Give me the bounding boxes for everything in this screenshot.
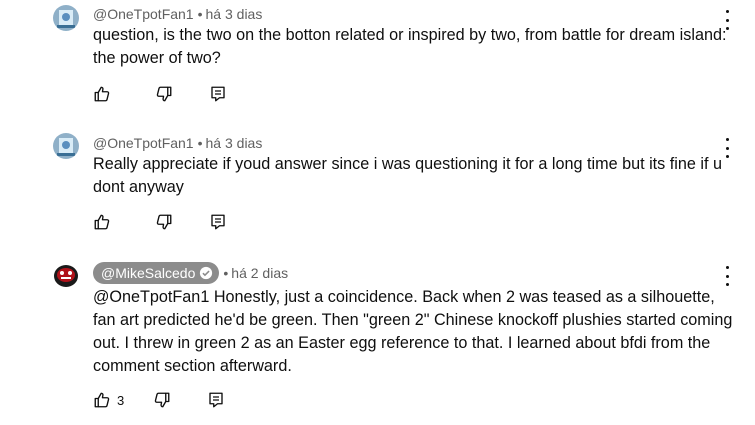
avatar[interactable] xyxy=(53,262,79,288)
thumb-down-icon xyxy=(156,214,172,230)
thumb-down-icon xyxy=(154,392,170,408)
comment-menu-button[interactable] xyxy=(720,266,734,286)
avatar[interactable] xyxy=(53,5,79,31)
reply-comment-icon xyxy=(211,86,225,102)
thumb-up-icon xyxy=(94,86,110,102)
author-handle: @MikeSalcedo xyxy=(101,265,196,281)
thumb-up-icon xyxy=(94,392,110,408)
thumb-down-icon xyxy=(156,86,172,102)
more-vertical-icon xyxy=(725,10,729,13)
comment-meta: @OneTpotFan1 • há 3 dias xyxy=(93,6,262,22)
comment-actions xyxy=(93,84,227,104)
dislike-button[interactable] xyxy=(153,391,171,409)
comment-text: @OneTpotFan1 Honestly, just a coincidenc… xyxy=(93,288,733,375)
reply-button[interactable] xyxy=(209,213,227,231)
reply-comment-icon xyxy=(211,214,225,230)
meta-separator: • xyxy=(197,6,203,22)
comment-meta: @MikeSalcedo • há 2 dias xyxy=(93,262,288,284)
owner-badge[interactable]: @MikeSalcedo xyxy=(93,262,220,284)
comment-time[interactable]: há 2 dias xyxy=(231,265,288,281)
avatar[interactable] xyxy=(53,133,79,159)
author-handle[interactable]: @OneTpotFan1 xyxy=(93,135,194,151)
like-button[interactable]: 3 xyxy=(93,391,124,409)
dislike-button[interactable] xyxy=(155,85,173,103)
comment-actions xyxy=(93,212,227,232)
reply-button[interactable] xyxy=(209,85,227,103)
comment-actions: 3 xyxy=(93,390,225,410)
meta-separator: • xyxy=(197,135,203,151)
comment-time[interactable]: há 3 dias xyxy=(206,135,263,151)
more-vertical-icon xyxy=(725,266,729,269)
author-handle[interactable]: @OneTpotFan1 xyxy=(93,6,194,22)
reply-button[interactable] xyxy=(207,391,225,409)
like-count: 3 xyxy=(117,392,125,408)
meta-separator: • xyxy=(223,265,229,281)
comment-text: Really appreciate if youd answer since i… xyxy=(93,155,722,196)
reply-comment-icon xyxy=(209,392,223,408)
comment-meta: @OneTpotFan1 • há 3 dias xyxy=(93,135,262,151)
more-vertical-icon xyxy=(725,138,729,141)
comment-text: question, is the two on the botton relat… xyxy=(93,26,727,67)
dislike-button[interactable] xyxy=(155,213,173,231)
comment-time[interactable]: há 3 dias xyxy=(206,6,263,22)
like-button[interactable] xyxy=(93,85,111,103)
thumb-up-icon xyxy=(94,214,110,230)
like-button[interactable] xyxy=(93,213,111,231)
checkmark-verified-icon xyxy=(199,266,213,280)
